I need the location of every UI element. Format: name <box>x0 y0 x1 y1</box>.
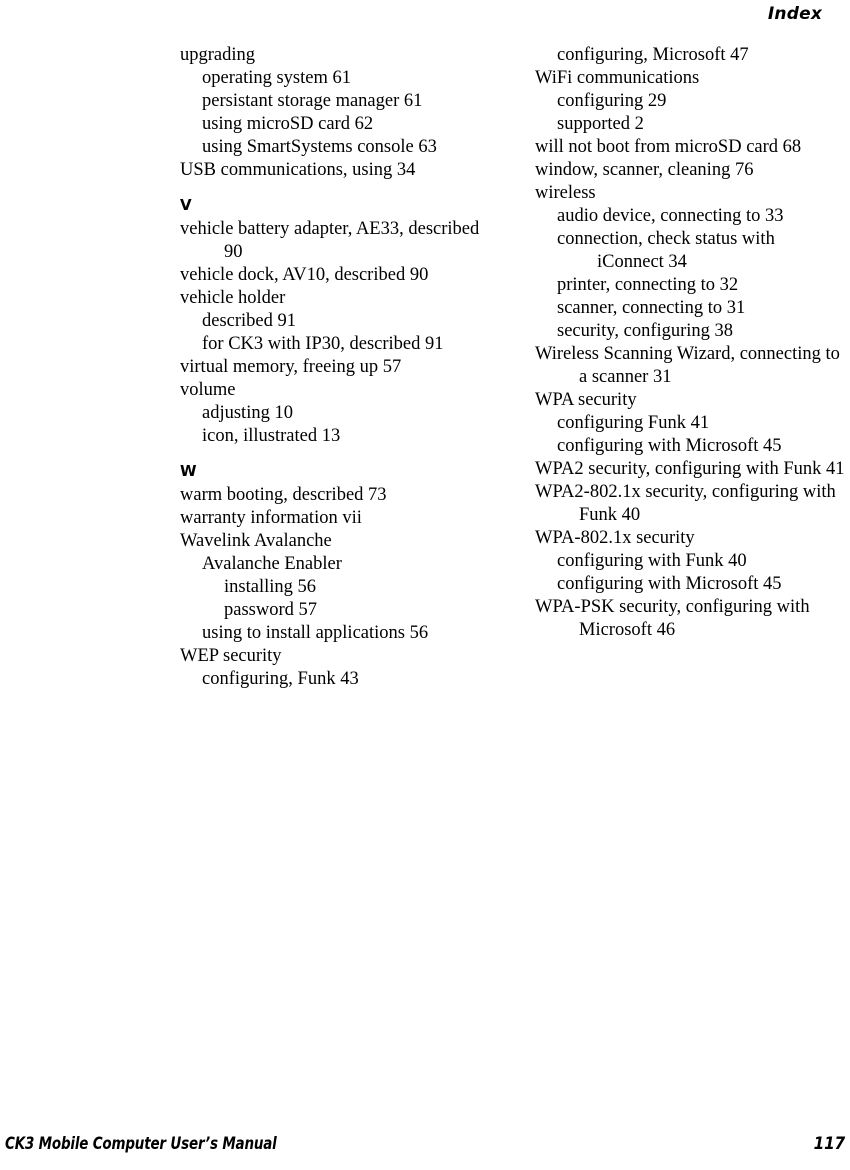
index-entry: configuring with Funk 40 <box>557 551 747 571</box>
index-column-left: upgrading operating system 61 persistant s… <box>180 44 490 691</box>
index-entry: using microSD card 62 <box>202 114 374 134</box>
index-entry: connection, check status with iConnect 3… <box>557 229 775 272</box>
index-entry: Wavelink Avalanche <box>180 531 332 551</box>
index-entry: configuring 29 <box>557 91 667 111</box>
index-entry: WPA-802.1x security <box>535 528 695 548</box>
index-entry: window, scanner, cleaning 76 <box>535 160 754 180</box>
index-entry: USB communications, using 34 <box>180 160 416 180</box>
index-entry: persistant storage manager 61 <box>202 91 423 111</box>
footer-manual-title: CK3 Mobile Computer User’s Manual <box>5 1134 277 1154</box>
index-page: Index upgrading operating system 61 persis… <box>0 0 850 1170</box>
page-footer: CK3 Mobile Computer User’s Manual 117 <box>0 1134 850 1156</box>
index-entry: WPA security <box>535 390 637 410</box>
index-entry: configuring with Microsoft 45 <box>557 436 782 456</box>
index-entry: warm booting, described 73 <box>180 485 387 505</box>
index-entry: upgrading <box>180 45 256 65</box>
index-entry: vehicle battery adapter, AE33, described… <box>180 219 480 262</box>
index-section: Wwarm booting, described 73 warranty info… <box>180 460 490 691</box>
index-section: Vvehicle battery adapter, AE33, describe… <box>180 194 490 448</box>
index-entry: icon, illustrated 13 <box>202 426 341 446</box>
index-entry: using to install applications 56 <box>202 623 429 643</box>
running-head: Index <box>767 4 822 24</box>
index-column-right: configuring, Microsoft 47 WiFi communicat… <box>535 44 845 642</box>
index-letter-heading: V <box>180 196 192 214</box>
index-entry: configuring, Funk 43 <box>202 669 359 689</box>
index-entry: WPA2-802.1x security, configuring with F… <box>535 482 836 525</box>
index-entry: adjusting 10 <box>202 403 293 423</box>
index-entry: will not boot from microSD card 68 <box>535 137 802 157</box>
index-entry: configuring, Microsoft 47 <box>557 45 749 65</box>
index-entry: configuring with Microsoft 45 <box>557 574 782 594</box>
index-section: upgrading operating system 61 persistant s… <box>180 44 490 182</box>
index-entry: WEP security <box>180 646 282 666</box>
footer-page-number: 117 <box>813 1134 846 1154</box>
index-entry: password 57 <box>224 600 318 620</box>
index-entry: installing 56 <box>224 577 316 597</box>
index-entry: security, configuring 38 <box>557 321 734 341</box>
index-entry: scanner, connecting to 31 <box>557 298 746 318</box>
index-letter-heading: W <box>180 462 197 480</box>
index-entry: supported 2 <box>557 114 644 134</box>
index-entry: Avalanche Enabler <box>202 554 342 574</box>
index-entry: WPA-PSK security, configuring with Micro… <box>535 597 810 640</box>
index-entry: described 91 <box>202 311 297 331</box>
index-entry: vehicle dock, AV10, described 90 <box>180 265 429 285</box>
index-entry: Wireless Scanning Wizard, connecting to … <box>535 344 840 387</box>
index-entry: warranty information vii <box>180 508 362 528</box>
index-entry: vehicle holder <box>180 288 286 308</box>
index-entry: volume <box>180 380 236 400</box>
index-entry: virtual memory, freeing up 57 <box>180 357 402 377</box>
index-entry: WiFi communications <box>535 68 700 88</box>
index-entry: using SmartSystems console 63 <box>202 137 437 157</box>
index-entry: audio device, connecting to 33 <box>557 206 784 226</box>
index-entry: WPA2 security, configuring with Funk 41 <box>535 459 845 479</box>
index-entry: configuring Funk 41 <box>557 413 710 433</box>
index-entry: operating system 61 <box>202 68 352 88</box>
index-entry: for CK3 with IP30, described 91 <box>202 334 444 354</box>
index-entry: printer, connecting to 32 <box>557 275 739 295</box>
index-section: configuring, Microsoft 47 WiFi communicat… <box>535 44 845 642</box>
index-entry: wireless <box>535 183 596 203</box>
